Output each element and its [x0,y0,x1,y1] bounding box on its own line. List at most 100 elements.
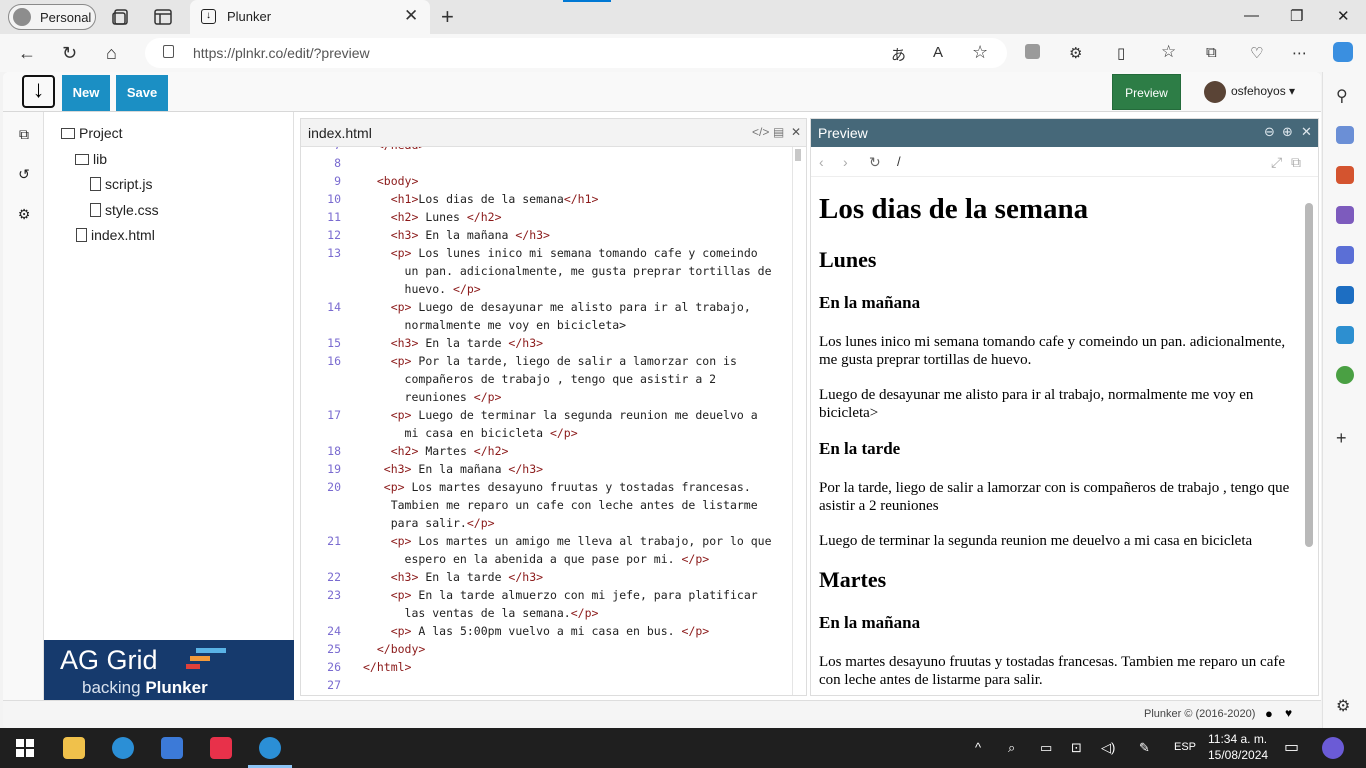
code-editor[interactable]: index.html </> ▤ ✕ 7 </head> 8 9 <body> 10 … [300,118,807,696]
favorite-star-icon[interactable]: ☆ [972,42,988,63]
tools-icon[interactable] [1336,166,1354,184]
code-line[interactable]: </body> [363,642,425,656]
translate-icon[interactable]: あ [891,44,906,65]
home-icon[interactable]: ⌂ [106,43,117,64]
code-line[interactable]: espero en la abenida a que pase por mi. … [363,552,710,566]
browser-essentials-icon[interactable]: ♡ [1250,44,1263,62]
preview-path[interactable]: / [897,154,901,169]
music-icon[interactable] [210,737,232,759]
code-line[interactable]: <h3> En la tarde </h3> [363,570,543,584]
copilot-taskbar-icon[interactable] [1322,737,1344,759]
preview-back-icon[interactable]: ‹ [819,154,824,170]
tree-icon[interactable] [1336,366,1354,384]
open-new-window-icon[interactable]: ⧉ [1291,154,1301,171]
network-icon[interactable]: ⊡ [1071,740,1082,756]
github-icon[interactable]: ● [1265,706,1273,721]
read-aloud-icon[interactable]: A [933,44,943,61]
sidebar-settings-icon[interactable]: ⚙ [1336,696,1354,715]
code-line[interactable]: Tambien me reparo un cafe con leche ante… [363,498,758,512]
tab-actions-icon[interactable] [153,7,173,27]
preview-refresh-icon[interactable]: ↻ [869,154,881,171]
code-line[interactable]: <p> Luego de desayunar me alisto para ir… [363,300,751,314]
tree-item-index-html[interactable]: index.html [76,227,155,243]
code-line[interactable]: <p> Los lunes inico mi semana tomando ca… [363,246,758,260]
preview-button[interactable]: Preview [1112,74,1181,110]
edge-active-icon[interactable] [259,737,281,759]
tree-item-script-js[interactable]: script.js [90,176,152,192]
code-line[interactable]: <p> A las 5:00pm vuelvo a mi casa en bus… [363,624,710,638]
split-screen-icon[interactable]: ▯ [1117,44,1125,62]
shopping-icon[interactable] [1336,126,1354,144]
code-line[interactable]: <h1>Los dias de la semana</h1> [363,192,599,206]
tree-item-lib[interactable]: lib [75,151,107,167]
code-line[interactable]: <body> [363,174,419,188]
files-icon[interactable]: ⧉ [16,126,32,142]
zoom-out-icon[interactable]: ⊖ [1264,124,1275,140]
workspaces-icon[interactable] [111,7,131,27]
code-line[interactable]: <h3> En la tarde </h3> [363,336,543,350]
code-line[interactable]: un pan. adicionalmente, me gusta preprar… [363,264,772,278]
clock[interactable]: 11:34 a. m. 15/08/2024 [1208,731,1268,763]
preview-scrollbar[interactable] [1305,203,1313,547]
history-icon[interactable]: ↺ [16,166,32,182]
code-area[interactable]: 7 </head> 8 9 <body> 10 <h1>Los dias de la … [301,147,806,695]
file-explorer-icon[interactable] [63,737,85,759]
windows-start-icon[interactable] [14,737,36,759]
preview-forward-icon[interactable]: › [843,154,848,170]
code-icon[interactable]: </> [752,125,769,139]
book-icon[interactable]: ▤ [773,125,784,139]
code-line[interactable]: <h2> Martes </h2> [363,444,509,458]
fullscreen-icon[interactable]: ⤢ [1271,154,1282,171]
battery-icon[interactable]: ▭ [1040,740,1052,756]
refresh-icon[interactable]: ↻ [62,43,77,64]
games-icon[interactable] [1336,206,1354,224]
twitter-icon[interactable]: ♥ [1285,706,1292,720]
zoom-in-icon[interactable]: ⊕ [1282,124,1293,140]
code-line[interactable]: <p> Los martes desayuno fruutas y tostad… [363,480,751,494]
plunker-logo-icon[interactable]: ↓ [22,75,55,108]
back-icon[interactable]: ← [18,43,36,64]
close-window-icon[interactable]: ✕ [1337,7,1350,25]
show-hidden-icons-icon[interactable]: ^ [975,740,981,755]
favorites-icon[interactable]: ☆ [1161,42,1176,62]
url-field[interactable]: https://plnkr.co/edit/?preview あ A ☆ [145,38,1007,68]
pen-icon[interactable]: ✎ [1139,740,1150,756]
outlook-icon[interactable] [1336,286,1354,304]
new-button[interactable]: New [62,75,110,111]
save-button[interactable]: Save [116,75,168,111]
code-line[interactable]: <p> Por la tarde, liego de salir a lamor… [363,354,737,368]
code-line[interactable]: compañeros de trabajo , tengo que asisti… [363,372,717,386]
browser-tab[interactable]: ↓ Plunker ✕ [190,0,430,34]
minimize-icon[interactable]: — [1244,7,1259,24]
code-line[interactable]: <h3> En la mañana </h3> [363,462,543,476]
volume-icon[interactable]: ◁) [1101,740,1115,756]
send-icon[interactable] [1336,326,1354,344]
profile-button[interactable]: Personal [8,4,96,30]
meet-now-icon[interactable]: ⌕ [1008,740,1015,756]
close-tab-icon[interactable]: ✕ [404,6,418,26]
collections-icon[interactable]: ⧉ [1206,44,1217,61]
code-line[interactable]: </head> [363,147,425,152]
microsoft-365-icon[interactable] [1336,246,1354,264]
tree-item-project[interactable]: Project [61,125,123,141]
notifications-icon[interactable]: ▭ [1284,737,1299,757]
language-indicator[interactable]: ESP [1174,741,1196,753]
code-line[interactable]: <h3> En la mañana </h3> [363,228,550,242]
store-icon[interactable] [161,737,183,759]
user-menu[interactable]: osfehoyos ▾ [1204,81,1304,103]
copilot-icon[interactable] [1333,42,1353,62]
new-tab-icon[interactable]: + [441,4,454,30]
code-line[interactable]: para salir.</p> [363,516,495,530]
add-sidebar-icon[interactable]: + [1336,428,1354,448]
extension-icon[interactable] [1025,44,1040,59]
extensions-puzzle-icon[interactable]: ⚙ [1069,44,1082,62]
edge-icon[interactable] [112,737,134,759]
close-editor-icon[interactable]: ✕ [791,125,801,139]
code-line[interactable]: <p> Los martes un amigo me lleva al trab… [363,534,772,548]
code-line[interactable]: mi casa en bicicleta </p> [363,426,578,440]
code-line[interactable]: <h2> Lunes </h2> [363,210,502,224]
settings-more-icon[interactable]: ⋯ [1292,44,1307,62]
code-line[interactable]: </html> [363,660,411,674]
code-line[interactable]: huevo. </p> [363,282,481,296]
code-line[interactable]: normalmente me voy en bicicleta> [363,318,627,332]
